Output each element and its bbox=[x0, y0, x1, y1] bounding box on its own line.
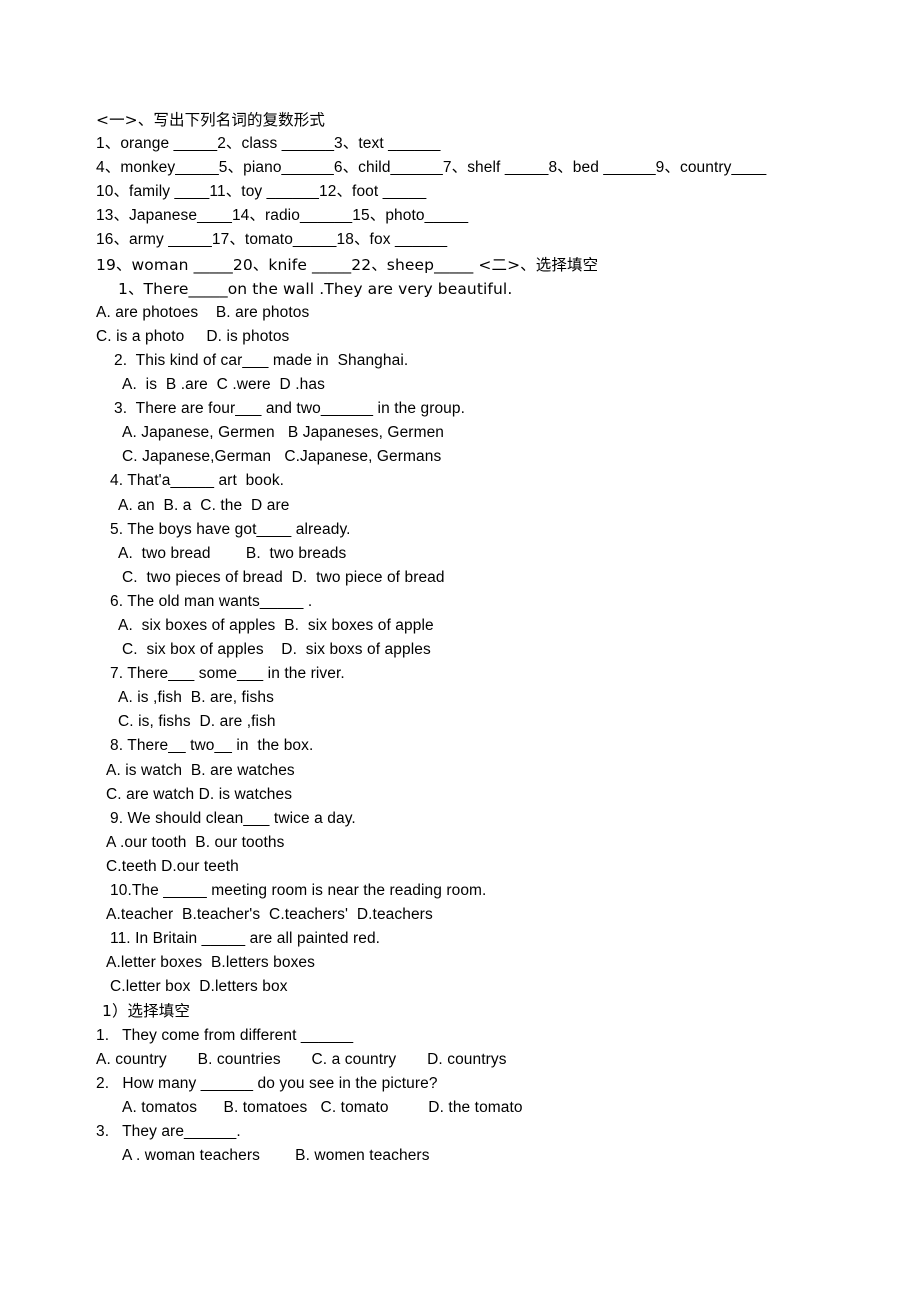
question-option-line: A .our tooth B. our tooths bbox=[106, 833, 285, 851]
question-item: 7. There___ some___ in the river. A. is … bbox=[96, 662, 824, 734]
noun-plural-line: 10、family ____11、toy ______12、foot _____ bbox=[96, 183, 427, 201]
question-item: 1. They come from different ______ A. co… bbox=[96, 1024, 824, 1072]
question-option-line: C. are watch D. is watches bbox=[106, 785, 293, 803]
section-one-heading: <一>、写出下列名词的复数形式 bbox=[96, 111, 325, 129]
noun-plural-line: 16、army _____17、tomato_____18、fox ______ bbox=[96, 231, 448, 249]
question-stem: 10.The _____ meeting room is near the re… bbox=[110, 882, 487, 899]
question-option-line: A. is ,fish B. are, fishs bbox=[118, 689, 274, 707]
question-item: 3. There are four___ and two______ in th… bbox=[96, 397, 824, 469]
section-three-question-list: 1. They come from different ______ A. co… bbox=[96, 1024, 824, 1169]
question-stem: 4. That'a_____ art book. bbox=[110, 472, 285, 490]
noun-plural-line: 19、woman _____20、knife _____22、sheep____… bbox=[96, 255, 599, 274]
question-option-line: A. six boxes of apples B. six boxes of a… bbox=[118, 616, 434, 634]
noun-plural-list: 1、orange _____2、class ______3、text _____… bbox=[96, 132, 824, 277]
question-stem: 5. The boys have got____ already. bbox=[110, 520, 351, 538]
question-option-line: A. an B. a C. the D are bbox=[118, 496, 290, 514]
question-option-line: C.letter box D.letters box bbox=[110, 978, 288, 996]
noun-plural-line: 13、Japanese____14、radio______15、photo___… bbox=[96, 207, 469, 225]
question-option-line: A. is watch B. are watches bbox=[106, 761, 295, 779]
question-option-line: A. country B. countries C. a country D. … bbox=[96, 1050, 507, 1068]
question-stem: 8. There__ two__ in the box. bbox=[110, 737, 314, 755]
question-item: 10.The _____ meeting room is near the re… bbox=[96, 879, 824, 927]
question-stem: 6. The old man wants_____ . bbox=[110, 592, 313, 610]
question-item: 8. There__ two__ in the box. A. is watch… bbox=[96, 734, 824, 806]
question-option-line: C. two pieces of bread D. two piece of b… bbox=[122, 568, 445, 586]
question-option-line: C. Japanese,German C.Japanese, Germans bbox=[122, 448, 442, 466]
document-body: <一>、写出下列名词的复数形式 1、orange _____2、class __… bbox=[0, 108, 920, 1168]
section-two-question-list: 1、There_____on the wall .They are very b… bbox=[96, 277, 824, 1000]
question-stem: 9. We should clean___ twice a day. bbox=[110, 809, 356, 827]
question-stem: 1. They come from different ______ bbox=[96, 1026, 354, 1044]
question-item: 6. The old man wants_____ . A. six boxes… bbox=[96, 590, 824, 662]
worksheet-page: <一>、写出下列名词的复数形式 1、orange _____2、class __… bbox=[0, 0, 920, 1302]
question-option-line: C. six box of apples D. six boxs of appl… bbox=[122, 641, 431, 659]
question-option-line: A.letter boxes B.letters boxes bbox=[106, 954, 316, 972]
question-stem: 2. How many ______ do you see in the pic… bbox=[96, 1074, 438, 1092]
question-option-line: A. is B .are C .were D .has bbox=[122, 376, 325, 394]
question-stem: 1、There_____on the wall .They are very b… bbox=[118, 279, 513, 298]
question-stem: 2. This kind of car___ made in Shanghai. bbox=[114, 351, 409, 369]
question-stem: 3. They are______. bbox=[96, 1122, 241, 1140]
question-item: 4. That'a_____ art book. A. an B. a C. t… bbox=[96, 469, 824, 517]
question-item: 2. How many ______ do you see in the pic… bbox=[96, 1072, 824, 1120]
question-item: 2. This kind of car___ made in Shanghai.… bbox=[96, 349, 824, 397]
question-option-line: A.teacher B.teacher's C.teachers' D.teac… bbox=[106, 906, 433, 924]
section-three-heading: 1）选择填空 bbox=[102, 1002, 190, 1021]
question-item: 1、There_____on the wall .They are very b… bbox=[96, 277, 824, 349]
question-item: 9. We should clean___ twice a day. A .ou… bbox=[96, 807, 824, 879]
question-stem: 7. There___ some___ in the river. bbox=[110, 665, 345, 683]
question-option-line: C. is, fishs D. are ,fish bbox=[118, 713, 276, 731]
question-option-line: A. two bread B. two breads bbox=[118, 544, 347, 562]
question-stem: 11. In Britain _____ are all painted red… bbox=[110, 930, 381, 948]
question-option-line: A. tomatos B. tomatoes C. tomato D. the … bbox=[122, 1098, 523, 1116]
question-option-line: A. Japanese, Germen B Japaneses, Germen bbox=[122, 424, 445, 442]
question-option-line: A . woman teachers B. women teachers bbox=[122, 1147, 430, 1165]
question-option-line: C. is a photo D. is photos bbox=[96, 327, 290, 345]
question-stem: 3. There are four___ and two______ in th… bbox=[114, 400, 466, 418]
question-item: 5. The boys have got____ already. A. two… bbox=[96, 518, 824, 590]
question-item: 3. They are______. A . woman teachers B.… bbox=[96, 1120, 824, 1168]
question-option-line: A. are photoes B. are photos bbox=[96, 303, 310, 321]
noun-plural-line: 1、orange _____2、class ______3、text _____… bbox=[96, 135, 441, 153]
question-item: 11. In Britain _____ are all painted red… bbox=[96, 927, 824, 999]
noun-plural-line: 4、monkey_____5、piano______6、child______7… bbox=[96, 159, 767, 177]
question-option-line: C.teeth D.our teeth bbox=[106, 857, 239, 875]
